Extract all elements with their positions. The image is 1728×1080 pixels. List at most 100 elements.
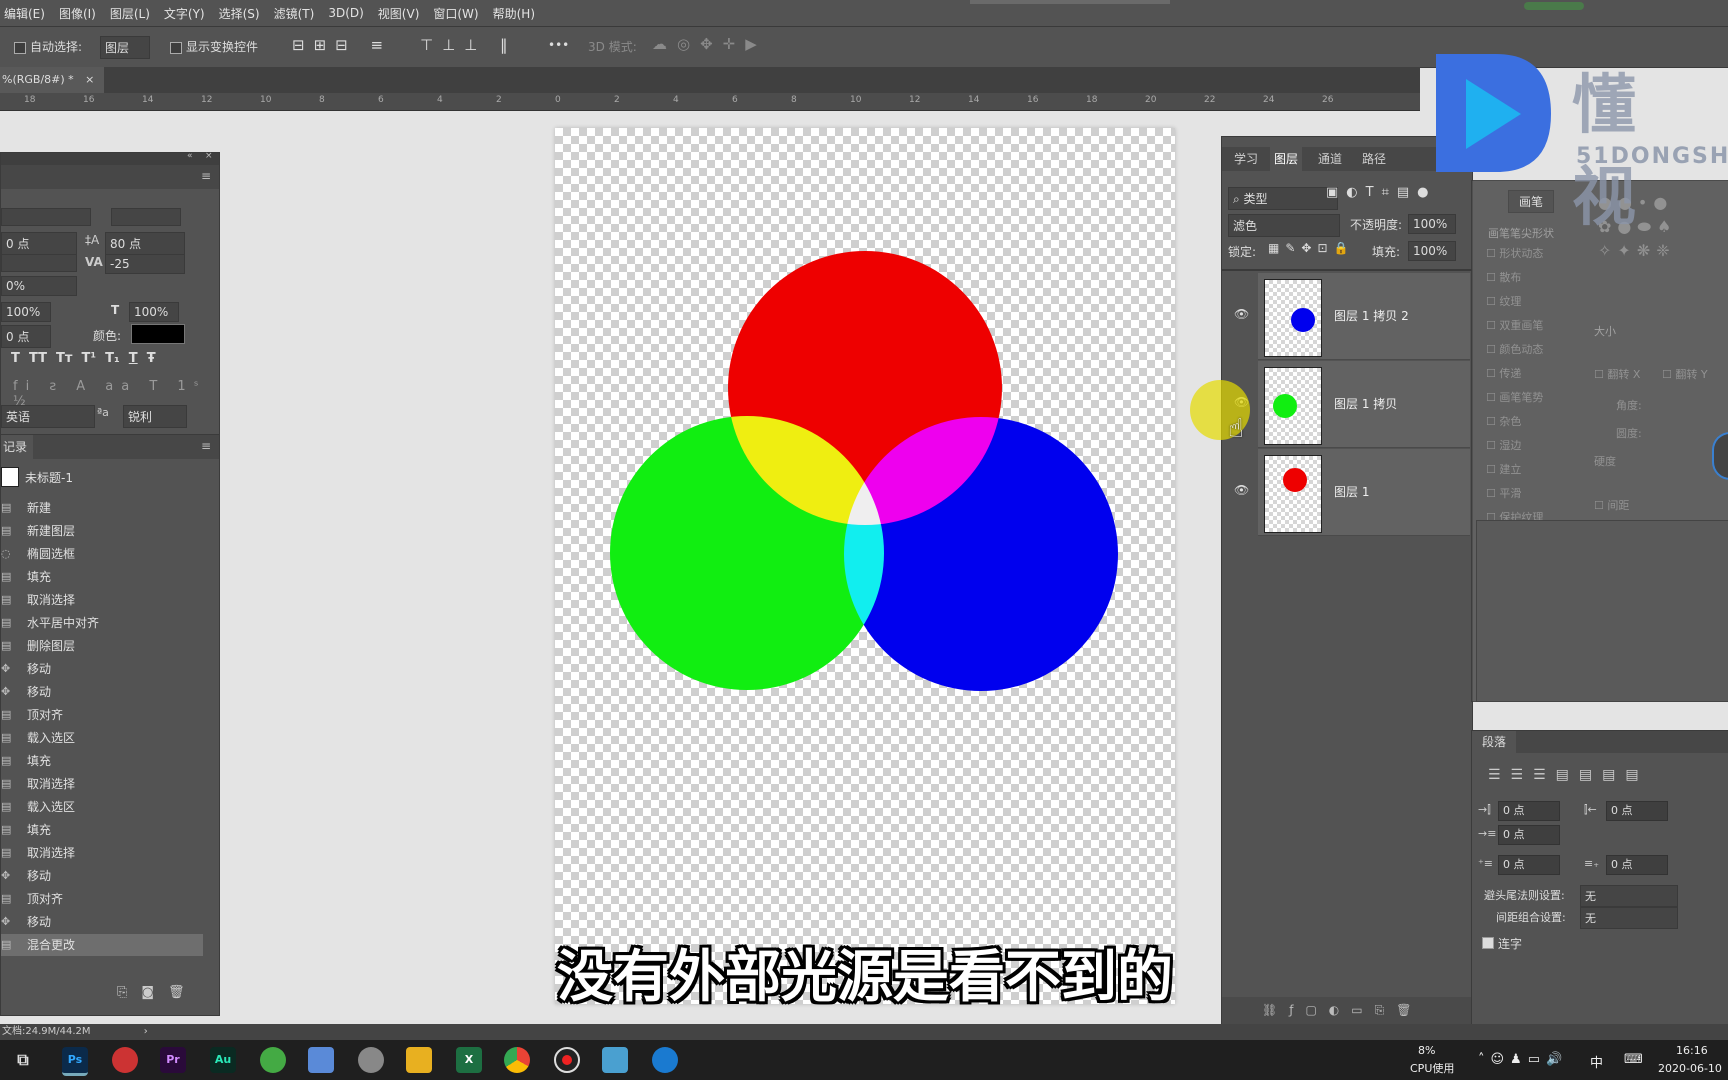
history-step[interactable]: ▤ 填充: [1, 819, 203, 841]
visibility-eye-icon[interactable]: 👁: [1234, 307, 1249, 321]
panel-menu-icon[interactable]: ≡: [201, 169, 211, 183]
layer-filter-dropdown[interactable]: ⌕ 类型: [1228, 187, 1338, 210]
file-explorer-icon[interactable]: [406, 1047, 432, 1073]
auto-select-dropdown[interactable]: 图层: [100, 36, 150, 59]
antialias-dropdown[interactable]: 锐利: [123, 405, 187, 428]
tracking-field[interactable]: -25: [105, 254, 185, 274]
brush-option[interactable]: ☐ 双重画笔: [1486, 317, 1596, 341]
show-transform-checkbox[interactable]: [170, 40, 182, 54]
history-step[interactable]: ▤ 取消选择: [1, 842, 203, 864]
brush-option[interactable]: ☐ 形状动态: [1486, 245, 1596, 269]
brush-option[interactable]: ☐ 颜色动态: [1486, 341, 1596, 365]
brush-option[interactable]: ☐ 散布: [1486, 269, 1596, 293]
task-view-icon[interactable]: ⧉: [10, 1047, 36, 1073]
visibility-eye-icon[interactable]: 👁: [1234, 483, 1249, 497]
flip-x-checkbox[interactable]: ☐ 翻转 X: [1594, 366, 1640, 382]
menu-type[interactable]: 文字(Y): [160, 5, 215, 22]
history-step-current[interactable]: ▤ 混合更改: [1, 934, 203, 956]
menu-filter[interactable]: 滤镜(T): [270, 5, 325, 22]
menu-select[interactable]: 选择(S): [215, 5, 270, 22]
superscript-button[interactable]: T¹: [82, 351, 97, 366]
ime-indicator[interactable]: 中: [1590, 1052, 1603, 1071]
record-app-icon[interactable]: [554, 1047, 580, 1073]
spacing-checkbox[interactable]: ☐ 间距: [1594, 497, 1629, 513]
3d-mode-icons[interactable]: ☁◎✥✛▶: [652, 35, 767, 53]
tab-paragraph[interactable]: 段落: [1472, 731, 1517, 753]
brush-tip-shape-label[interactable]: 画笔笔尖形状: [1488, 225, 1554, 241]
subscript-button[interactable]: T₁: [105, 351, 120, 366]
history-step[interactable]: ▤ 取消选择: [1, 589, 203, 611]
space-after-field[interactable]: 0 点: [1606, 855, 1668, 875]
document-size-info[interactable]: 文档:24.9M/44.2M: [2, 1026, 91, 1037]
font-family-dropdown[interactable]: [1, 208, 91, 226]
photoshop-app-icon[interactable]: Ps: [62, 1047, 88, 1076]
brush-option[interactable]: ☐ 平滑: [1486, 485, 1596, 509]
more-options-button[interactable]: •••: [548, 38, 569, 52]
close-icon[interactable]: ×: [205, 151, 213, 161]
mojikumi-dropdown[interactable]: 无: [1580, 907, 1678, 929]
snapshot-label[interactable]: 未标题-1: [25, 469, 73, 486]
panel-menu-icon[interactable]: ≡: [201, 439, 211, 453]
vertical-scale-field[interactable]: 100%: [1, 302, 51, 322]
text-style-buttons[interactable]: T TT Tт T¹ T₁ T Ŧ: [11, 351, 156, 366]
tab-channels[interactable]: 通道: [1314, 147, 1346, 171]
history-step[interactable]: ✥ 移动: [1, 865, 203, 887]
menu-edit[interactable]: 编辑(E): [0, 5, 55, 22]
layer-filter-icons[interactable]: ▣◐T⌗▤●: [1326, 185, 1437, 200]
menu-help[interactable]: 帮助(H): [489, 5, 545, 22]
brush-option[interactable]: ☐ 建立: [1486, 461, 1596, 485]
font-style-dropdown[interactable]: [111, 208, 181, 226]
premiere-app-icon[interactable]: Pr: [160, 1047, 186, 1073]
alignment-buttons[interactable]: ☰☰☰▤▤▤▤: [1488, 767, 1649, 783]
keyboard-icon[interactable]: ⌨: [1624, 1052, 1643, 1067]
menu-layer[interactable]: 图层(L): [106, 5, 160, 22]
layer-row[interactable]: 图层 1 拷贝: [1258, 361, 1470, 448]
history-step[interactable]: ▤ 新建: [1, 497, 203, 519]
horizontal-scale-field[interactable]: 100%: [129, 302, 179, 322]
indent-left-field[interactable]: 0 点: [1498, 801, 1560, 821]
flip-y-checkbox[interactable]: ☐ 翻转 Y: [1662, 366, 1708, 382]
clock-time[interactable]: 16:16: [1676, 1044, 1708, 1057]
history-step[interactable]: ▤ 填充: [1, 750, 203, 772]
hyphenate-checkbox[interactable]: [1482, 937, 1494, 949]
text-color-swatch[interactable]: [131, 324, 185, 344]
baseline-field[interactable]: 0 点: [1, 325, 51, 348]
document-canvas[interactable]: [555, 128, 1175, 1004]
language-dropdown[interactable]: 英语: [1, 405, 95, 428]
brush-option[interactable]: ☐ 杂色: [1486, 413, 1596, 437]
tray-icons[interactable]: ˄☺♟▭🔊: [1478, 1052, 1568, 1067]
fill-field[interactable]: 100%: [1408, 241, 1456, 261]
history-step[interactable]: ◌ 椭圆选框: [1, 543, 203, 565]
brush-option[interactable]: ☐ 传递: [1486, 365, 1596, 389]
faux-italic-button[interactable]: T: [11, 351, 20, 366]
menu-window[interactable]: 窗口(W): [429, 5, 488, 22]
app-icon[interactable]: [652, 1047, 678, 1073]
history-step[interactable]: ▤ 删除图层: [1, 635, 203, 657]
menu-image[interactable]: 图像(I): [55, 5, 106, 22]
menu-3d[interactable]: 3D(D): [324, 6, 373, 20]
tab-paths[interactable]: 路径: [1358, 147, 1390, 171]
history-step[interactable]: ▤ 新建图层: [1, 520, 203, 542]
brush-option[interactable]: ☐ 湿边: [1486, 437, 1596, 461]
layers-footer-icons[interactable]: ⛓ƒ▢◐▭⎘🗑: [1262, 1003, 1423, 1018]
close-icon[interactable]: ×: [85, 73, 94, 86]
distribute-icons[interactable]: ⊤⊥⊥ ‖: [420, 36, 516, 54]
tab-layers[interactable]: 图层: [1270, 147, 1303, 171]
tab-learn[interactable]: 学习: [1230, 147, 1262, 171]
chrome-app-icon[interactable]: [504, 1047, 530, 1073]
lock-icons[interactable]: ▦✎✥⊡🔒: [1268, 241, 1354, 255]
history-footer-icons[interactable]: ⎘◙🗑: [117, 985, 199, 1000]
history-step[interactable]: ✥ 移动: [1, 658, 203, 680]
avatar-app-icon[interactable]: [358, 1047, 384, 1073]
auto-select-checkbox[interactable]: [14, 40, 26, 54]
tsume-field[interactable]: 0%: [1, 276, 77, 296]
font-size-field[interactable]: 0 点: [1, 232, 77, 255]
document-tab[interactable]: %(RGB/8#) * ×: [0, 67, 105, 93]
brush-presets-button[interactable]: 画笔: [1508, 190, 1554, 213]
indent-first-line-field[interactable]: 0 点: [1498, 825, 1560, 845]
opacity-field[interactable]: 100%: [1408, 214, 1456, 234]
tab-history[interactable]: 记录: [1, 435, 34, 459]
history-step[interactable]: ▤ 填充: [1, 566, 203, 588]
history-step[interactable]: ▤ 顶对齐: [1, 888, 203, 910]
notes-app-icon[interactable]: [602, 1047, 628, 1073]
